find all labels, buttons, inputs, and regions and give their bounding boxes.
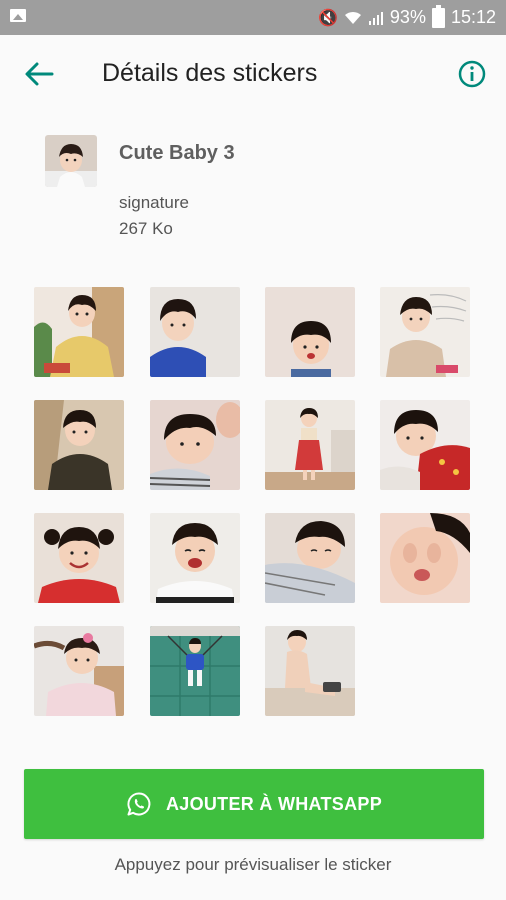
wifi-icon xyxy=(344,11,361,24)
battery-icon xyxy=(431,4,445,28)
battery-percent: 93% xyxy=(389,7,426,27)
page-title: Détails des stickers xyxy=(102,59,318,87)
sticker-13[interactable] xyxy=(34,626,124,716)
sticker-5[interactable] xyxy=(34,400,124,490)
sticker-8[interactable] xyxy=(380,400,470,490)
sticker-14[interactable] xyxy=(150,626,240,716)
mute-icon: 🔇 xyxy=(318,9,338,27)
sticker-12[interactable] xyxy=(380,513,470,603)
sticker-10[interactable] xyxy=(150,513,240,603)
sticker-6[interactable] xyxy=(150,400,240,490)
preview-hint: Appuyez pour prévisualiser le sticker xyxy=(114,855,392,874)
toolbar: Détails des stickers xyxy=(0,35,506,113)
whatsapp-icon xyxy=(127,792,151,816)
status-bar: 🔇 93% 15:12 xyxy=(0,0,506,35)
pack-name: Cute Baby 3 xyxy=(119,142,235,164)
arrow-left-icon[interactable] xyxy=(22,59,56,89)
sticker-4[interactable] xyxy=(380,287,470,377)
gallery-icon xyxy=(10,9,26,22)
sticker-15[interactable] xyxy=(265,626,355,716)
sticker-9[interactable] xyxy=(34,513,124,603)
add-button-label: AJOUTER À WHATSAPP xyxy=(165,793,383,814)
pack-size: 267 Ko xyxy=(119,219,173,238)
sticker-3[interactable] xyxy=(265,287,355,377)
add-to-whatsapp-button[interactable]: AJOUTER À WHATSAPP xyxy=(24,769,484,839)
status-icons: 🔇 93% 15:12 xyxy=(318,0,496,35)
sticker-2[interactable] xyxy=(150,287,240,377)
sticker-1[interactable] xyxy=(34,287,124,377)
signal-icon xyxy=(368,11,383,25)
sticker-11[interactable] xyxy=(265,513,355,603)
pack-publisher: signature xyxy=(119,193,189,212)
sticker-7[interactable] xyxy=(265,400,355,490)
pack-tray-image xyxy=(45,135,97,187)
info-icon[interactable] xyxy=(458,60,486,88)
clock: 15:12 xyxy=(450,7,496,27)
pack-header: Cute Baby 3 signature 267 Ko xyxy=(0,113,506,253)
